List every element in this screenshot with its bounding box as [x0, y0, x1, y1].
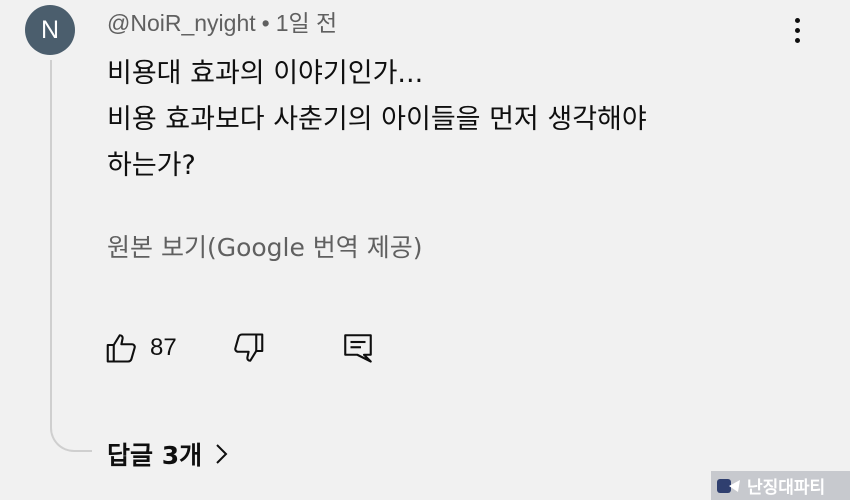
dislike-button[interactable]	[230, 330, 266, 366]
comment-timestamp[interactable]: 1일 전	[276, 10, 338, 36]
watermark-text: 난징대파티	[747, 478, 826, 498]
like-button[interactable]: 87	[104, 330, 177, 366]
meta-separator: •	[261, 10, 270, 36]
comment-icon	[344, 334, 372, 363]
thumbs-down-icon	[234, 333, 264, 362]
vertical-dots-icon[interactable]	[784, 12, 810, 48]
watermark-logo-icon	[717, 478, 740, 493]
view-replies-button[interactable]: 답글 3개	[107, 436, 230, 472]
author-handle[interactable]: @NoiR_nyight	[107, 10, 256, 36]
thumbs-up-icon	[106, 334, 136, 363]
avatar[interactable]: N	[25, 5, 75, 55]
comment-line-3: 하는가?	[107, 150, 196, 181]
reply-button[interactable]	[340, 330, 376, 366]
like-count: 87	[150, 334, 177, 361]
avatar-letter: N	[40, 15, 60, 44]
comment-header: @NoiR_nyight • 1일 전	[107, 4, 337, 38]
comment-text: 비용대 효과의 이야기인가... 비용 효과보다 사춘기의 아이들을 먼저 생각…	[107, 51, 747, 189]
watermark: 난징대파티	[711, 471, 850, 500]
comment-line-1: 비용대 효과의 이야기인가...	[107, 58, 424, 89]
reply-thread-line	[50, 60, 92, 452]
replies-label: 답글 3개	[107, 441, 203, 470]
comment-line-2: 비용 효과보다 사춘기의 아이들을 먼저 생각해야	[107, 104, 647, 135]
chevron-right-icon	[216, 444, 228, 464]
see-original-link[interactable]: 원본 보기(Google 번역 제공)	[107, 228, 423, 264]
